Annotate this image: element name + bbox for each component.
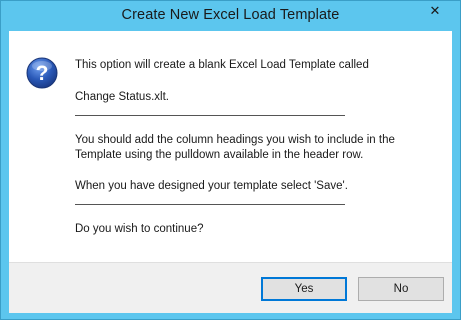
- title-bar[interactable]: Create New Excel Load Template ✕: [1, 1, 460, 31]
- message-line-5: When you have designed your template sel…: [75, 180, 348, 192]
- close-icon: ✕: [429, 2, 441, 18]
- yes-button[interactable]: Yes: [261, 277, 347, 301]
- question-icon: ?: [26, 57, 58, 89]
- svg-text:?: ?: [36, 62, 49, 85]
- message-line-2: Change Status.xlt.: [75, 91, 169, 103]
- no-button[interactable]: No: [358, 277, 444, 301]
- dialog-window: Create New Excel Load Template ✕ ? This …: [0, 0, 461, 320]
- separator-line: [75, 115, 345, 116]
- dialog-body: ? This option will create a blank Excel …: [9, 31, 452, 313]
- dialog-title: Create New Excel Load Template: [121, 7, 340, 23]
- button-bar: Yes No: [9, 262, 452, 313]
- message-line-6: Do you wish to continue?: [75, 223, 204, 235]
- message-line-3: You should add the column headings you w…: [75, 134, 395, 146]
- message-line-4: Template using the pulldown available in…: [75, 149, 364, 161]
- separator-line: [75, 204, 345, 205]
- close-button[interactable]: ✕: [418, 1, 452, 20]
- message-line-1: This option will create a blank Excel Lo…: [75, 59, 369, 71]
